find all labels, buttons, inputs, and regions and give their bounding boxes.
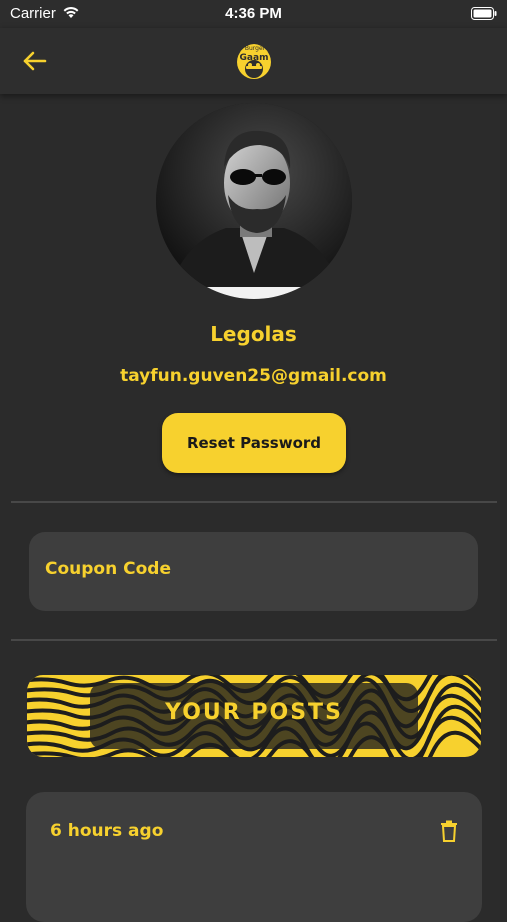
status-bar: Carrier 4:36 PM (0, 0, 507, 28)
delete-post-button[interactable] (440, 820, 458, 842)
your-posts-banner: YOUR POSTS (27, 675, 481, 757)
divider (11, 639, 497, 641)
post-card: 6 hours ago (26, 792, 482, 922)
your-posts-title: YOUR POSTS (165, 700, 343, 725)
back-button[interactable] (20, 46, 50, 76)
svg-text:Gaam: Gaam (240, 53, 269, 63)
coupon-code-label: Coupon Code (45, 559, 171, 579)
avatar-photo (156, 103, 352, 299)
user-name: Legolas (210, 322, 297, 346)
profile-avatar (156, 103, 352, 299)
arrow-left-icon (23, 51, 47, 71)
user-email: tayfun.guven25@gmail.com (120, 366, 387, 386)
navigation-bar: Burger Gaam (0, 28, 507, 94)
clock: 4:36 PM (225, 5, 282, 22)
reset-password-button[interactable]: Reset Password (162, 413, 346, 473)
battery-icon (471, 7, 497, 20)
trash-icon (441, 820, 457, 842)
svg-text:Burger: Burger (245, 45, 266, 52)
divider (11, 501, 497, 503)
coupon-code-field[interactable]: Coupon Code (29, 532, 478, 611)
brand-logo: Burger Gaam (237, 44, 271, 79)
post-timestamp: 6 hours ago (50, 821, 164, 841)
